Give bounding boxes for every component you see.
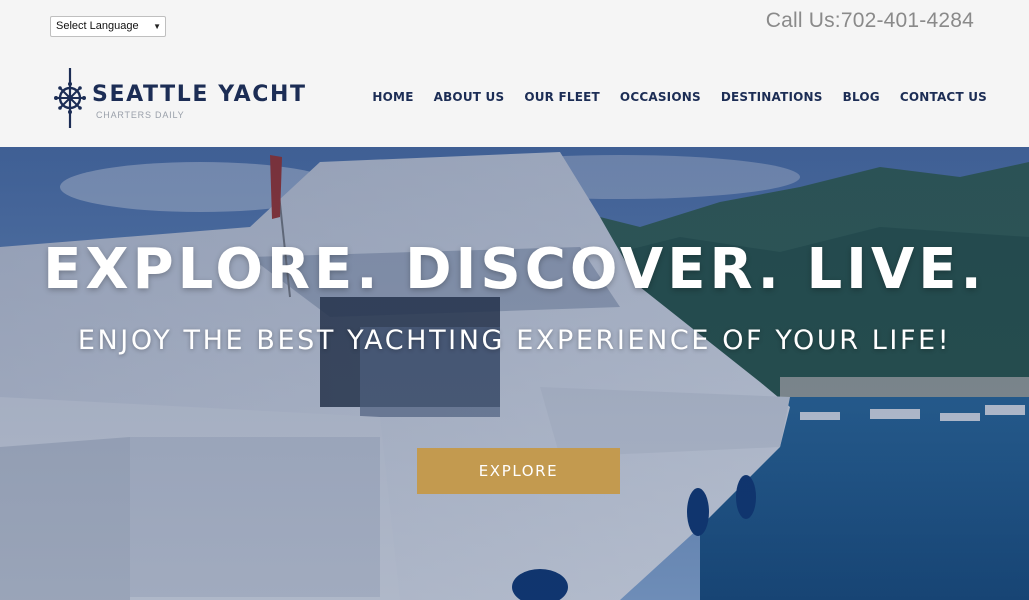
brand-title: SEATTLE YACHT <box>92 82 307 107</box>
nav-item-our-fleet[interactable]: OUR FLEET <box>524 90 600 104</box>
nav-item-home[interactable]: HOME <box>372 90 413 104</box>
hero-headline: EXPLORE. DISCOVER. LIVE. <box>43 237 986 302</box>
nav-item-occasions[interactable]: OCCASIONS <box>620 90 701 104</box>
phone-number[interactable]: Call Us:702-401-4284 <box>766 9 974 33</box>
hero-section: EXPLORE. DISCOVER. LIVE. ENJOY THE BEST … <box>0 147 1029 600</box>
main-navigation: HOME ABOUT US OUR FLEET OCCASIONS DESTIN… <box>372 90 987 104</box>
site-logo[interactable]: SEATTLE YACHT CHARTERS DAILY <box>52 66 312 130</box>
brand-subtitle: CHARTERS DAILY <box>96 110 185 120</box>
explore-button[interactable]: EXPLORE <box>417 448 620 494</box>
language-select[interactable]: Select Language ▼ <box>50 16 166 37</box>
hero-subheadline: ENJOY THE BEST YACHTING EXPERIENCE OF YO… <box>77 325 952 356</box>
ship-wheel-icon <box>54 68 86 128</box>
nav-item-blog[interactable]: BLOG <box>843 90 880 104</box>
nav-item-contact-us[interactable]: CONTACT US <box>900 90 987 104</box>
top-utility-bar: Select Language ▼ Call Us:702-401-4284 <box>0 0 1029 48</box>
nav-item-destinations[interactable]: DESTINATIONS <box>721 90 823 104</box>
hero-yacht-image <box>0 147 1029 600</box>
language-select-value: Select Language <box>56 20 139 32</box>
site-header: SEATTLE YACHT CHARTERS DAILY HOME ABOUT … <box>0 48 1029 147</box>
nav-item-about-us[interactable]: ABOUT US <box>434 90 505 104</box>
chevron-down-icon: ▼ <box>153 22 161 31</box>
